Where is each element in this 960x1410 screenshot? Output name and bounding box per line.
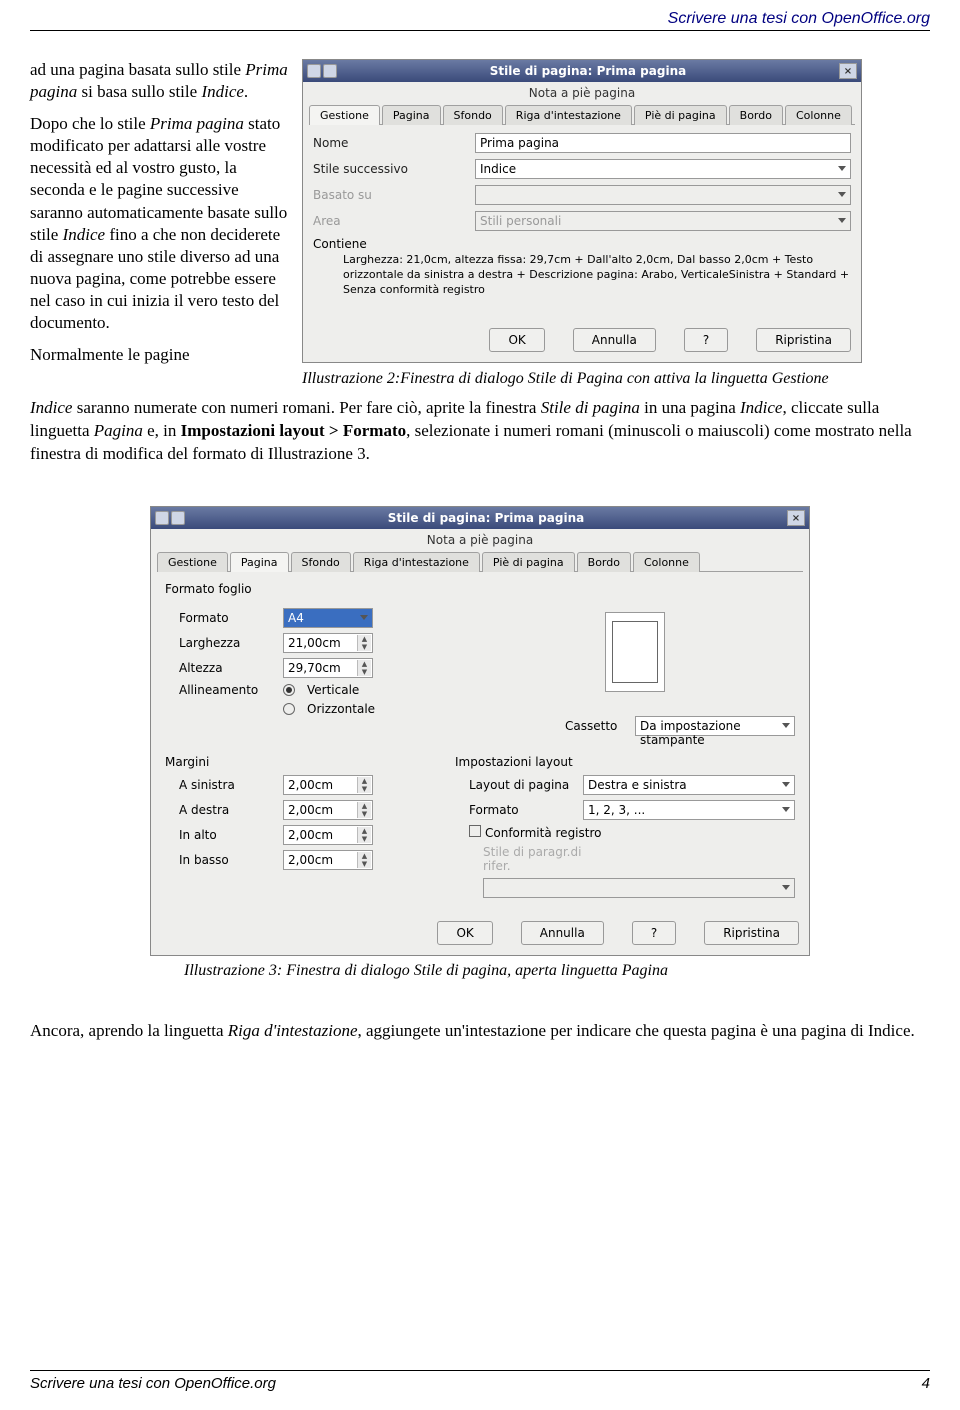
tab-strip: Gestione Pagina Sfondo Riga d'intestazio… <box>157 551 803 572</box>
close-icon[interactable]: × <box>839 63 857 79</box>
label-larghezza: Larghezza <box>165 636 275 650</box>
label-nome: Nome <box>313 136 469 150</box>
label-stile-paragr-rifer: Stile di paragr.di rifer. <box>455 845 595 873</box>
reset-button[interactable]: Ripristina <box>704 921 799 945</box>
tab-bordo[interactable]: Bordo <box>577 552 631 572</box>
combo-formato-num[interactable]: 1, 2, 3, ... <box>583 800 795 820</box>
caption-illustrazione-2: Illustrazione 2:Finestra di dialogo Stil… <box>302 369 930 390</box>
tab-riga-intestazione[interactable]: Riga d'intestazione <box>505 105 632 125</box>
tab-pagina[interactable]: Pagina <box>382 105 441 125</box>
tab-riga-intestazione[interactable]: Riga d'intestazione <box>353 552 480 572</box>
para-1: ad una pagina basata sullo stile Prima p… <box>30 59 290 103</box>
left-text-column: ad una pagina basata sullo stile Prima p… <box>30 59 290 389</box>
close-icon[interactable]: × <box>787 510 805 526</box>
text-contiene: Larghezza: 21,0cm, altezza fissa: 29,7cm… <box>313 253 851 298</box>
window-icon[interactable] <box>323 64 337 78</box>
label-in-basso: In basso <box>165 853 275 867</box>
dialog-titlebar[interactable]: Stile di pagina: Prima pagina × <box>303 60 861 82</box>
combo-formato[interactable]: A4 <box>283 608 373 628</box>
para-3: Normalmente le pagine <box>30 344 290 366</box>
input-nome[interactable]: Prima pagina <box>475 133 851 153</box>
spin-in-alto[interactable]: 2,00cm▲▼ <box>283 825 373 845</box>
group-formato-foglio: Formato foglio <box>165 582 795 596</box>
label-layout-pagina: Layout di pagina <box>455 778 575 792</box>
page-footer: Scrivere una tesi con OpenOffice.org 4 <box>30 1370 930 1392</box>
combo-layout-pagina[interactable]: Destra e sinistra <box>583 775 795 795</box>
caption-illustrazione-3: Illustrazione 3: Finestra di dialogo Sti… <box>184 962 930 980</box>
dialog-stile-pagina: Stile di pagina: Prima pagina × Nota a p… <box>150 506 810 956</box>
help-button[interactable]: ? <box>632 921 676 945</box>
combo-basato-su <box>475 185 851 205</box>
help-button[interactable]: ? <box>684 328 728 352</box>
tab-sfondo[interactable]: Sfondo <box>291 552 351 572</box>
tab-bordo[interactable]: Bordo <box>729 105 783 125</box>
footer-left: Scrivere una tesi con OpenOffice.org <box>30 1375 276 1392</box>
tab-pagina[interactable]: Pagina <box>230 552 289 572</box>
group-impostazioni-layout: Impostazioni layout <box>455 755 795 769</box>
ok-button[interactable]: OK <box>437 921 492 945</box>
window-icon[interactable] <box>155 511 169 525</box>
page-preview <box>605 612 665 692</box>
page-number: 4 <box>922 1375 930 1392</box>
label-formato-num: Formato <box>455 803 575 817</box>
tab-colonne[interactable]: Colonne <box>785 105 852 125</box>
dialog-stile-gestione: Stile di pagina: Prima pagina × Nota a p… <box>302 59 862 363</box>
tab-sfondo[interactable]: Sfondo <box>443 105 503 125</box>
dialog-titlebar[interactable]: Stile di pagina: Prima pagina × <box>151 507 809 529</box>
spin-a-sinistra[interactable]: 2,00cm▲▼ <box>283 775 373 795</box>
label-in-alto: In alto <box>165 828 275 842</box>
label-formato: Formato <box>165 611 275 625</box>
cancel-button[interactable]: Annulla <box>573 328 656 352</box>
label-a-sinistra: A sinistra <box>165 778 275 792</box>
page-header: Scrivere una tesi con OpenOffice.org <box>30 10 930 31</box>
label-a-destra: A destra <box>165 803 275 817</box>
label-area: Area <box>313 214 469 228</box>
spin-a-destra[interactable]: 2,00cm▲▼ <box>283 800 373 820</box>
tab-footnote-label[interactable]: Nota a piè pagina <box>157 533 803 547</box>
combo-cassetto[interactable]: Da impostazione stampante <box>635 716 795 736</box>
tab-colonne[interactable]: Colonne <box>633 552 700 572</box>
label-stile-successivo: Stile successivo <box>313 162 469 176</box>
combo-stile-successivo[interactable]: Indice <box>475 159 851 179</box>
label-cassetto: Cassetto <box>565 719 627 733</box>
spin-altezza[interactable]: 29,70cm▲▼ <box>283 658 373 678</box>
tab-footnote-label[interactable]: Nota a piè pagina <box>309 86 855 100</box>
label-altezza: Altezza <box>165 661 275 675</box>
tab-gestione[interactable]: Gestione <box>157 552 228 572</box>
ok-button[interactable]: OK <box>489 328 544 352</box>
window-icon[interactable] <box>171 511 185 525</box>
tab-pie-pagina[interactable]: Piè di pagina <box>482 552 575 572</box>
tab-strip: Gestione Pagina Sfondo Riga d'intestazio… <box>309 104 855 125</box>
para-body: Indice saranno numerate con numeri roman… <box>30 397 930 466</box>
label-contiene: Contiene <box>313 237 851 251</box>
dialog-title: Stile di pagina: Prima pagina <box>193 511 779 525</box>
combo-stile-paragr-rifer <box>483 878 795 898</box>
label-basato-su: Basato su <box>313 188 469 202</box>
spin-in-basso[interactable]: 2,00cm▲▼ <box>283 850 373 870</box>
para-bottom: Ancora, aprendo la linguetta Riga d'inte… <box>30 1020 930 1043</box>
group-margini: Margini <box>165 755 425 769</box>
reset-button[interactable]: Ripristina <box>756 328 851 352</box>
window-icon[interactable] <box>307 64 321 78</box>
radio-verticale[interactable] <box>283 684 295 696</box>
cancel-button[interactable]: Annulla <box>521 921 604 945</box>
combo-area: Stili personali <box>475 211 851 231</box>
label-allineamento: Allineamento <box>165 683 275 697</box>
para-2: Dopo che lo stile Prima pagina stato mod… <box>30 113 290 334</box>
spin-larghezza[interactable]: 21,00cm▲▼ <box>283 633 373 653</box>
dialog-title: Stile di pagina: Prima pagina <box>345 64 831 78</box>
tab-pie-pagina[interactable]: Piè di pagina <box>634 105 727 125</box>
radio-orizzontale[interactable] <box>283 703 295 715</box>
checkbox-conformita[interactable] <box>469 825 481 837</box>
tab-gestione[interactable]: Gestione <box>309 105 380 125</box>
